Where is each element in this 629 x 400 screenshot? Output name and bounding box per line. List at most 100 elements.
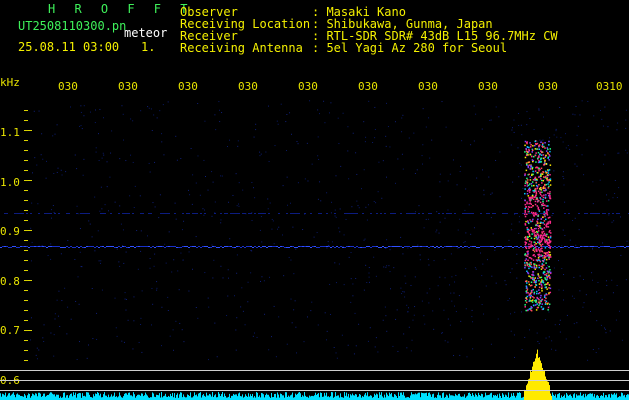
noise-pixel: [449, 284, 451, 286]
carrier-line: [228, 246, 230, 247]
amplitude-trace: [398, 392, 399, 400]
carrier-line: [264, 246, 266, 247]
amplitude-trace: [89, 394, 90, 400]
carrier-line: [10, 247, 12, 248]
faint-line: [48, 213, 50, 214]
noise-pixel: [253, 332, 255, 334]
echo-pixel: [532, 274, 535, 277]
carrier-line: [210, 247, 212, 248]
carrier-line: [326, 246, 328, 247]
echo-pixel: [540, 178, 542, 180]
amplitude-trace: [174, 393, 175, 400]
noise-pixel: [497, 318, 499, 320]
amplitude-trace: [63, 392, 64, 400]
noise-pixel: [334, 215, 336, 217]
carrier-line: [492, 246, 494, 247]
carrier-line: [50, 246, 52, 247]
amplitude-trace: [323, 396, 324, 400]
echo-pixel: [529, 179, 532, 181]
carrier-line: [154, 247, 156, 248]
echo-pixel: [524, 213, 526, 216]
noise-pixel: [154, 206, 156, 208]
echo-pixel: [545, 226, 548, 228]
amplitude-trace: [395, 394, 396, 400]
amplitude-trace: [520, 393, 521, 400]
amplitude-trace: [246, 395, 247, 400]
echo-pixel: [548, 284, 551, 286]
amplitude-trace: [3, 394, 4, 400]
echo-pixel: [545, 279, 548, 281]
amplitude-trace: [27, 395, 28, 400]
noise-pixel: [153, 265, 155, 267]
carrier-line: [570, 246, 572, 247]
amplitude-trace: [612, 394, 613, 400]
noise-pixel: [519, 162, 521, 164]
echo-pixel: [535, 224, 537, 227]
carrier-line: [288, 247, 290, 248]
amplitude-trace: [97, 392, 98, 400]
noise-pixel: [619, 310, 621, 312]
amplitude-trace: [365, 393, 366, 400]
noise-pixel: [509, 313, 511, 315]
amplitude-trace: [210, 394, 211, 400]
noise-pixel: [100, 186, 102, 188]
noise-pixel: [192, 174, 194, 176]
noise-pixel: [389, 271, 391, 273]
noise-pixel: [521, 311, 523, 313]
noise-pixel: [214, 322, 216, 324]
noise-pixel: [53, 211, 55, 213]
noise-pixel: [606, 194, 608, 196]
noise-pixel: [141, 290, 143, 292]
carrier-line: [140, 246, 142, 247]
noise-pixel: [238, 182, 240, 184]
carrier-line: [340, 246, 342, 247]
amplitude-trace: [481, 393, 482, 400]
noise-pixel: [292, 226, 294, 228]
echo-pixel: [528, 247, 530, 249]
amplitude-trace: [377, 394, 378, 400]
noise-pixel: [91, 236, 93, 238]
echo-pixel: [525, 292, 528, 294]
amplitude-trace: [602, 395, 603, 400]
amplitude-trace: [96, 393, 97, 400]
echo-pixel: [525, 247, 528, 250]
noise-pixel: [122, 229, 124, 231]
echo-pixel: [531, 301, 534, 303]
echo-pixel: [528, 267, 530, 270]
noise-pixel: [578, 229, 580, 231]
faint-line: [126, 213, 128, 214]
noise-pixel: [389, 146, 391, 148]
noise-pixel: [562, 229, 564, 231]
carrier-line: [448, 246, 450, 247]
amplitude-trace: [103, 394, 104, 400]
noise-pixel: [514, 356, 516, 358]
noise-pixel: [252, 335, 254, 337]
amplitude-trace: [330, 396, 331, 400]
echo-pixel: [542, 281, 545, 284]
noise-pixel: [368, 266, 370, 268]
noise-pixel: [377, 191, 379, 193]
amplitude-trace: [172, 392, 173, 400]
noise-pixel: [357, 205, 359, 207]
noise-pixel: [324, 312, 326, 314]
amplitude-trace: [84, 395, 85, 400]
noise-pixel: [213, 259, 215, 261]
noise-pixel: [617, 122, 619, 124]
noise-pixel: [161, 133, 163, 135]
amplitude-trace: [176, 394, 177, 400]
amplitude-trace: [238, 393, 239, 400]
carrier-line: [16, 247, 18, 248]
amplitude-trace: [351, 395, 352, 400]
echo-pixel: [525, 301, 528, 304]
amplitude-trace: [196, 394, 197, 400]
echo-pixel: [532, 249, 534, 251]
freq-tick-mark: [24, 130, 32, 131]
noise-pixel: [508, 239, 510, 241]
carrier-line: [588, 246, 590, 247]
noise-pixel: [118, 261, 120, 263]
carrier-line: [270, 246, 272, 247]
carrier-line: [178, 247, 180, 248]
echo-pixel: [535, 213, 538, 216]
noise-pixel: [260, 280, 262, 282]
carrier-line: [222, 247, 224, 248]
